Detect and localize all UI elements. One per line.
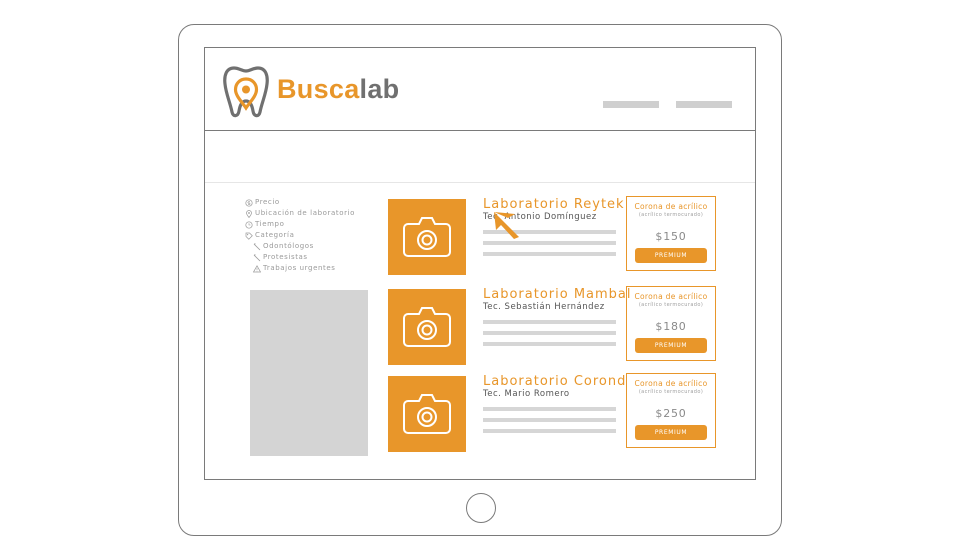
- premium-button[interactable]: PREMIUM: [635, 338, 707, 353]
- description-placeholder-line: [483, 331, 616, 335]
- app-screen: Buscalab Precio Ubicación de laboratorio…: [204, 47, 756, 480]
- filter-label: Precio: [255, 198, 280, 206]
- lab-card[interactable]: Laboratorio Corond Tec. Mario Romero Cor…: [388, 373, 728, 454]
- cursor-arrow-icon: [494, 212, 519, 239]
- content-divider: [205, 182, 755, 183]
- lab-card[interactable]: Laboratorio Reytek Tec. Antonio Domíngue…: [388, 196, 728, 277]
- product-price: $150: [655, 230, 687, 243]
- location-pin-icon: [246, 209, 252, 218]
- filter-label: Tiempo: [255, 220, 285, 228]
- clock-icon: [245, 220, 253, 229]
- price-box: Corona de acrílico (acrílico termocurado…: [626, 196, 716, 271]
- filter-list: Precio Ubicación de laboratorio Tiempo C…: [245, 197, 395, 274]
- camera-icon: [403, 307, 451, 347]
- camera-icon: [403, 217, 451, 257]
- filter-item-category[interactable]: Categoría: [245, 230, 395, 241]
- warning-icon: [253, 264, 261, 272]
- technician-name: Tec. Mario Romero: [483, 389, 570, 399]
- filter-label: Categoría: [255, 231, 295, 239]
- brand-part-a: Busca: [277, 74, 360, 104]
- dollar-circle-icon: [245, 198, 253, 207]
- filter-item-price[interactable]: Precio: [245, 197, 395, 208]
- lab-thumbnail[interactable]: [388, 376, 466, 452]
- filter-item-prosthetists[interactable]: Protesistas: [245, 252, 395, 263]
- app-header: Buscalab: [205, 48, 755, 131]
- product-detail: (acrílico termocurado): [638, 212, 704, 218]
- description-placeholder-line: [483, 320, 616, 324]
- product-name: Corona de acrílico: [634, 202, 708, 211]
- product-detail: (acrílico termocurado): [638, 302, 704, 308]
- brand-wordmark[interactable]: Buscalab: [277, 74, 399, 105]
- filter-item-dentists[interactable]: Odontólogos: [245, 241, 395, 252]
- description-placeholder-line: [483, 342, 616, 346]
- product-price: $250: [655, 407, 687, 420]
- filter-label: Odontólogos: [263, 242, 314, 250]
- filter-label: Trabajos urgentes: [263, 264, 336, 272]
- product-detail: (acrílico termocurado): [638, 389, 704, 395]
- home-button[interactable]: [466, 493, 496, 523]
- price-box: Corona de acrílico (acrílico termocurado…: [626, 286, 716, 361]
- description-placeholder-line: [483, 407, 616, 411]
- premium-button[interactable]: PREMIUM: [635, 425, 707, 440]
- description-placeholder-line: [483, 418, 616, 422]
- nav-link-placeholder-1[interactable]: [603, 101, 659, 108]
- dental-tool-icon: [253, 242, 261, 250]
- product-name: Corona de acrílico: [634, 292, 708, 301]
- lab-name-link[interactable]: Laboratorio Mambal: [483, 287, 632, 303]
- tooth-pin-logo-icon: [223, 66, 269, 118]
- brand-part-b: lab: [359, 74, 400, 104]
- premium-button[interactable]: PREMIUM: [635, 248, 707, 263]
- lab-card[interactable]: Laboratorio Mambal Tec. Sebastián Hernán…: [388, 286, 728, 367]
- price-box: Corona de acrílico (acrílico termocurado…: [626, 373, 716, 448]
- filter-item-time[interactable]: Tiempo: [245, 219, 395, 230]
- description-placeholder-line: [483, 429, 616, 433]
- tag-icon: [245, 232, 253, 240]
- filter-item-location[interactable]: Ubicación de laboratorio: [245, 208, 395, 219]
- lab-thumbnail[interactable]: [388, 289, 466, 365]
- lab-name-link[interactable]: Laboratorio Corond: [483, 374, 626, 390]
- product-name: Corona de acrílico: [634, 379, 708, 388]
- description-placeholder-line: [483, 252, 616, 256]
- nav-link-placeholder-2[interactable]: [676, 101, 732, 108]
- dental-tool-icon: [253, 253, 261, 261]
- product-price: $180: [655, 320, 687, 333]
- technician-name: Tec. Sebastián Hernández: [483, 302, 605, 312]
- camera-icon: [403, 394, 451, 434]
- lab-thumbnail[interactable]: [388, 199, 466, 275]
- filter-label: Ubicación de laboratorio: [255, 209, 356, 217]
- filter-item-urgent-work[interactable]: Trabajos urgentes: [245, 263, 395, 274]
- filter-label: Protesistas: [263, 253, 308, 261]
- sidebar-ad-placeholder[interactable]: [250, 290, 368, 456]
